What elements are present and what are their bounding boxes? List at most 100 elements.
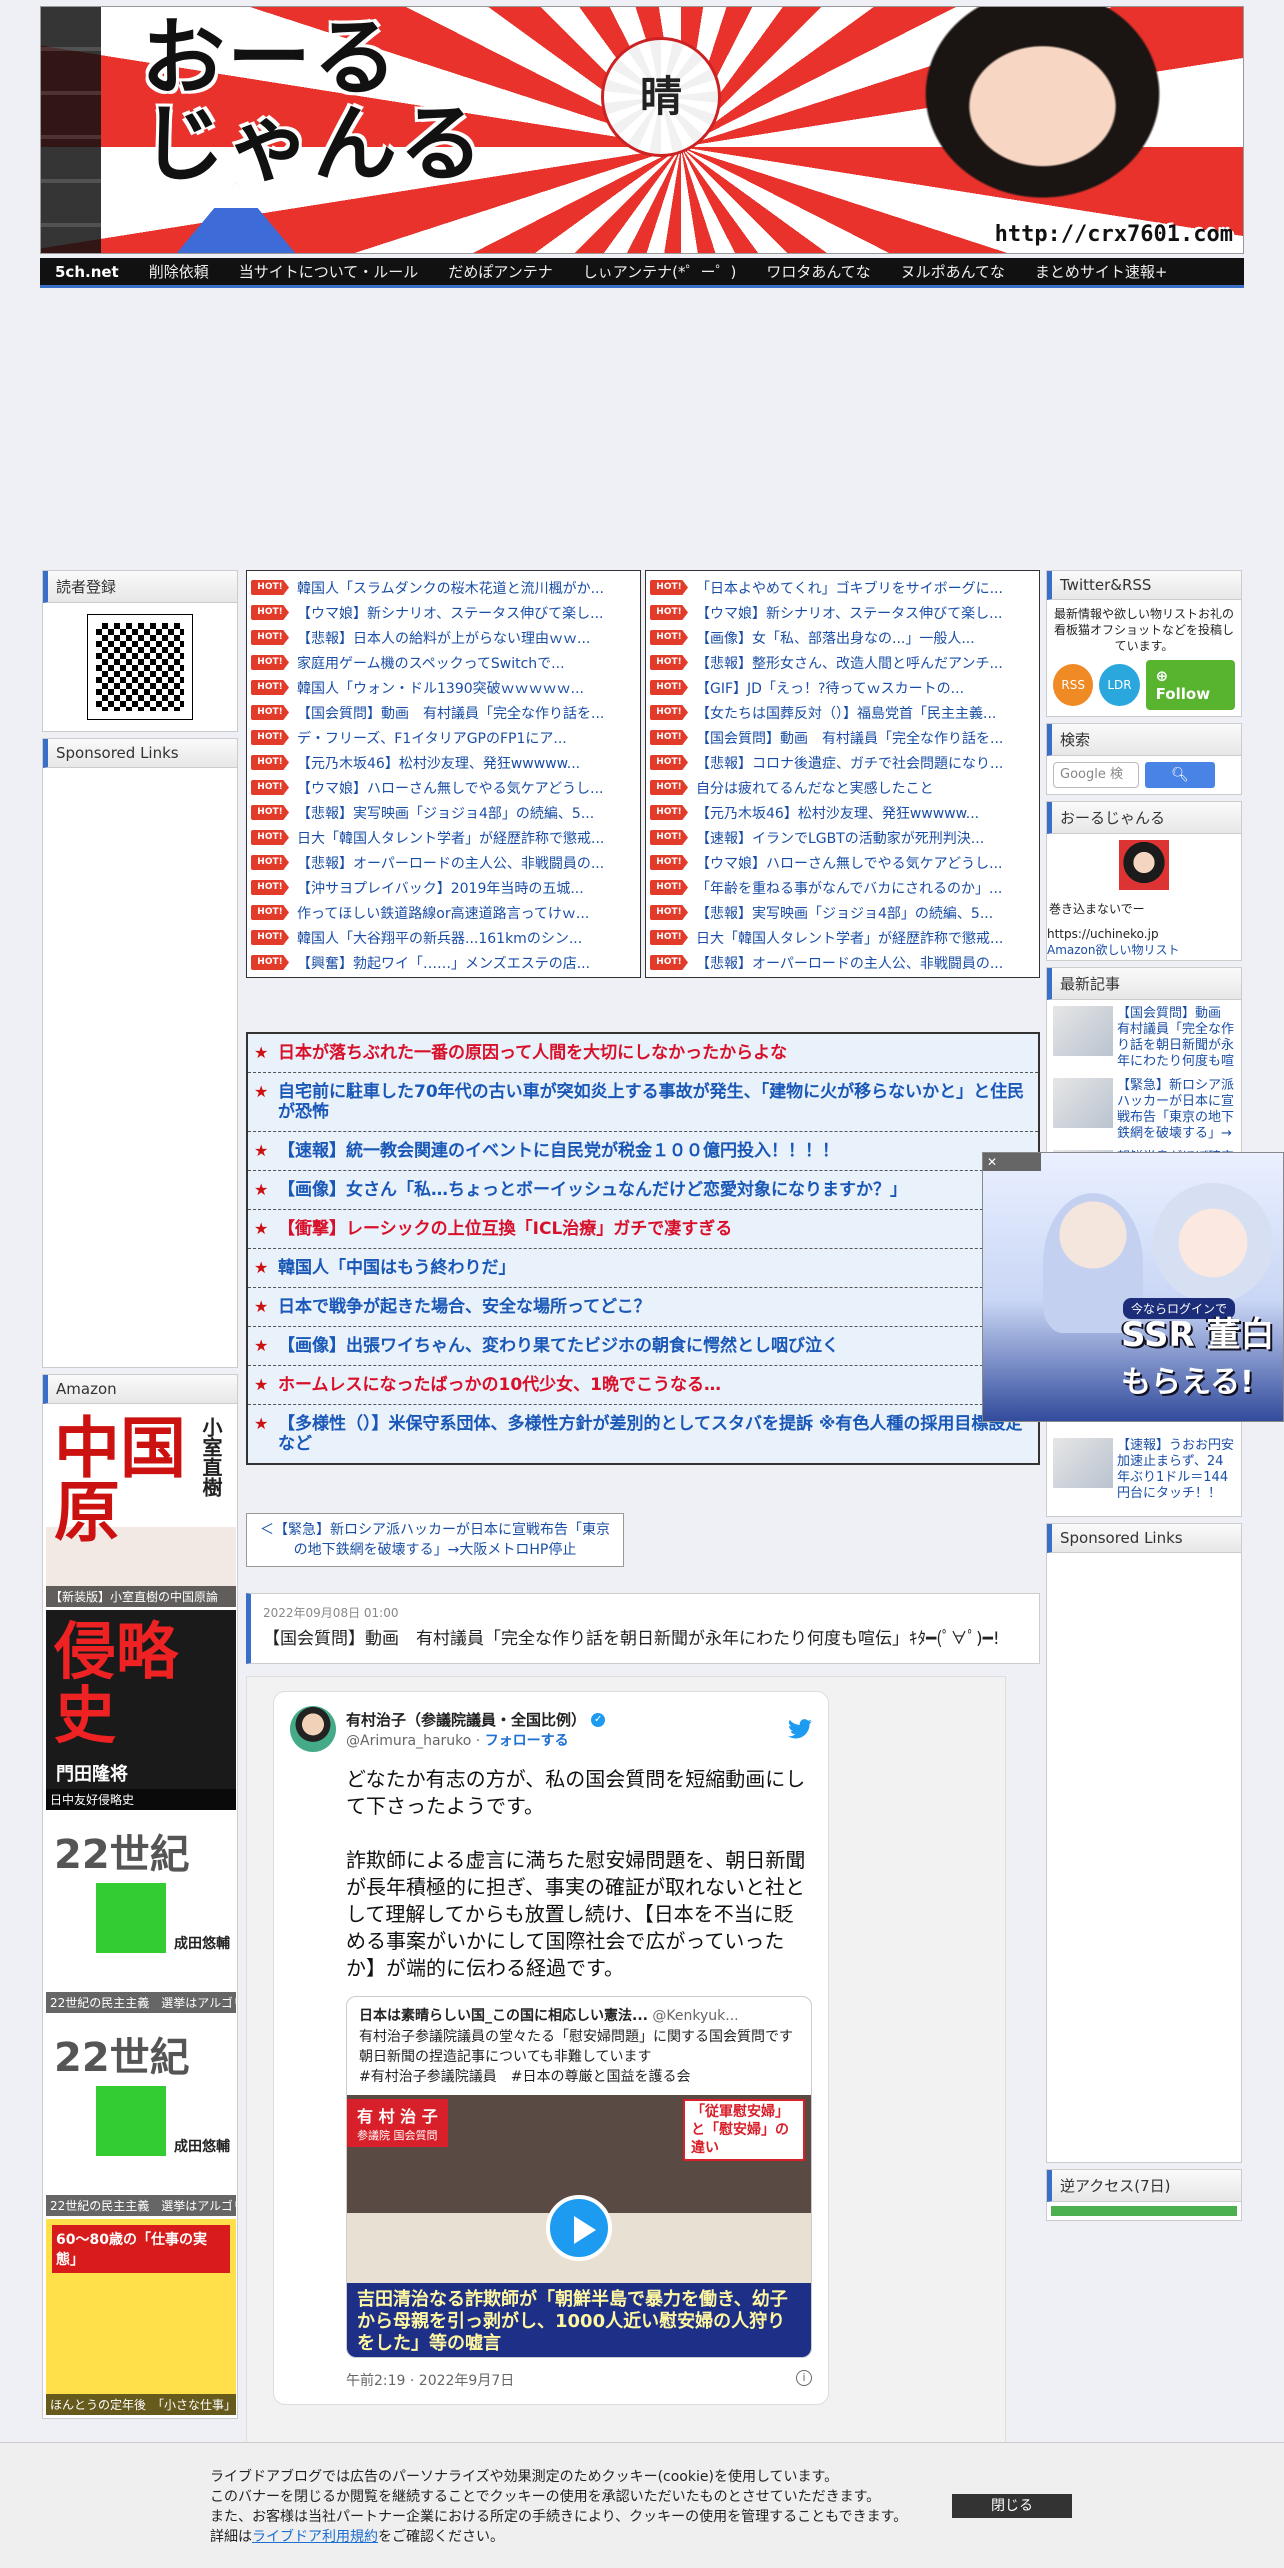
- book-chugoku-genron[interactable]: 中国原 小室直樹 【新装版】小室直樹の中国原論: [46, 1407, 236, 1607]
- nav-about-rules[interactable]: 当サイトについて・ルール: [224, 261, 434, 282]
- game-ad-popup[interactable]: ✕ 今ならログインで SSR 董白 もらえる!: [982, 1152, 1284, 1422]
- recent-post[interactable]: 【国会質問】動画 有村議員「完全な作り話を朝日新聞が永年にわたり何度も喧伝」ｷﾀ…: [1053, 1006, 1235, 1070]
- featured-link[interactable]: ★ 韓国人「中国はもう終わりだ」: [248, 1249, 1038, 1288]
- antenna-link[interactable]: HOT! 韓国人「大谷翔平の新兵器...161kmのシン...: [247, 925, 640, 950]
- featured-link[interactable]: ★ 【速報】統一教会関連のイベントに自民党が税金１００億円投入！！！！: [248, 1132, 1038, 1171]
- recent-post[interactable]: 【速報】うおお円安加速止まらず、24年ぶり1ドル＝144円台にタッチ！！: [1053, 1438, 1235, 1502]
- quoted-tweet-header: 日本は素晴らしい国_この国に相応しい憲法... @Kenkyuk...: [347, 1997, 811, 2027]
- qr-code[interactable]: [87, 614, 193, 720]
- follow-link[interactable]: フォローする: [485, 1733, 569, 1749]
- avatar[interactable]: [290, 1706, 336, 1752]
- star-icon: ★: [254, 1414, 269, 1433]
- embedded-tweet[interactable]: 有村治子（参議院議員・全国比例） ✓ @Arimura_haruko · フォロ…: [273, 1691, 829, 2405]
- antenna-link[interactable]: HOT! 【沖サヨプレイバック】2019年当時の五城...: [247, 875, 640, 900]
- antenna-link[interactable]: HOT! 【悲報】実写映画「ジョジョ4部」の続編、5...: [247, 800, 640, 825]
- video-sign-sub: 参議院 国会質問: [357, 2129, 438, 2142]
- nav-5ch[interactable]: 5ch.net: [40, 263, 134, 281]
- featured-link[interactable]: ★ ホームレスになったばっかの10代少女、1晩でこうなる…: [248, 1366, 1038, 1405]
- article-title[interactable]: 【国会質問】動画 有村議員「完全な作り話を朝日新聞が永年にわたり何度も喧伝」ｷﾀ…: [263, 1627, 1027, 1651]
- hot-badge: HOT!: [650, 630, 688, 645]
- featured-link[interactable]: ★ 【画像】出張ワイちゃん、変わり果てたビジホの朝食に愕然とし咽び泣く: [248, 1327, 1038, 1366]
- recent-post-thumbnail[interactable]: [1053, 1006, 1113, 1056]
- book-cover-green-block: [96, 2086, 166, 2156]
- antenna-link[interactable]: HOT! 作ってほしい鉄道路線or高速道路言ってけｗ...: [247, 900, 640, 925]
- recent-post-thumbnail[interactable]: [1053, 1078, 1113, 1128]
- nav-nurupo-antenna[interactable]: ヌルポあんてな: [886, 261, 1020, 282]
- nav-delete-request[interactable]: 削除依頼: [134, 261, 224, 282]
- antenna-link[interactable]: HOT! 【元乃木坂46】松村沙友理、発狂wwwww...: [247, 750, 640, 775]
- book-nicchu-yuko[interactable]: 侵略史 門田隆将 日中友好侵略史: [46, 1610, 236, 1810]
- antenna-link[interactable]: HOT! 自分は疲れてるんだなと実感したこと: [646, 775, 1039, 800]
- nav-damepo-antenna[interactable]: だめぽアンテナ: [433, 261, 567, 282]
- ad-ssr-text: SSR 董白: [1121, 1315, 1275, 1355]
- quoted-video[interactable]: 有 村 治 子 参議院 国会質問 「従軍慰安婦」と「慰安婦」の違い 吉田清治なる…: [347, 2095, 811, 2357]
- antenna-link[interactable]: HOT! 「日本よやめてくれ」ゴキブリをサイボーグに...: [646, 575, 1039, 600]
- antenna-link[interactable]: HOT! 【速報】イランでLGBTの活動家が死刑判決...: [646, 825, 1039, 850]
- livedoor-reader-icon[interactable]: LDR: [1099, 664, 1140, 706]
- antenna-link[interactable]: HOT! 【GIF】JD「えっ！?待ってｗスカートの...: [646, 675, 1039, 700]
- antenna-link[interactable]: HOT! 日大「韓国人タレント学者」が経歴詐称で懲戒...: [646, 925, 1039, 950]
- antenna-link[interactable]: HOT! 【国会質問】動画 有村議員「完全な作り話を...: [247, 700, 640, 725]
- amazon-wishlist-link[interactable]: Amazon欲しい物リスト: [1047, 941, 1241, 958]
- featured-link-text: 【速報】統一教会関連のイベントに自民党が税金１００億円投入！！！！: [278, 1141, 839, 1161]
- antenna-link-text: 「日本よやめてくれ」ゴキブリをサイボーグに...: [696, 580, 1003, 597]
- info-icon[interactable]: i: [796, 2370, 812, 2386]
- quoted-tweet[interactable]: 日本は素晴らしい国_この国に相応しい憲法... @Kenkyuk... 有村治子…: [346, 1996, 812, 2358]
- cookie-close-button[interactable]: 閉じる: [952, 2494, 1072, 2518]
- search-input[interactable]: Google 検: [1053, 762, 1139, 788]
- antenna-link[interactable]: HOT! 日大「韓国人タレント学者」が経歴詐称で懲戒...: [247, 825, 640, 850]
- twitter-bird-icon[interactable]: [788, 1719, 812, 1739]
- antenna-link[interactable]: HOT! 【悲報】整形女さん、改造人間と呼んだアンチ...: [646, 650, 1039, 675]
- tweet-handle[interactable]: @Arimura_haruko: [346, 1733, 471, 1749]
- play-icon[interactable]: [546, 2195, 612, 2261]
- recent-post-thumbnail[interactable]: [1053, 1438, 1113, 1488]
- antenna-link[interactable]: HOT! 【悲報】実写映画「ジョジョ4部」の続編、5...: [646, 900, 1039, 925]
- antenna-link[interactable]: HOT! 韓国人「スラムダンクの桜木花道と流川楓がか...: [247, 575, 640, 600]
- antenna-link[interactable]: HOT! 【ウマ娘】ハローさん無しでやる気ケアどうし...: [646, 850, 1039, 875]
- antenna-link[interactable]: HOT! デ・フリーズ、F1イタリアGPのFP1にア...: [247, 725, 640, 750]
- book-22seiki-1[interactable]: 22世紀 成田悠輔 22世紀の民主主義 選挙はアルゴリズムになり、政治家はネコ: [46, 1813, 236, 2013]
- featured-link[interactable]: ★ 【多様性（）】米保守系団体、多様性方針が差別的としてスタバを提訴 ※有色人種の…: [248, 1405, 1038, 1463]
- featured-link[interactable]: ★ 自宅前に駐車した70年代の古い車が突如炎上する事故が発生、「建物に火が移らない…: [248, 1073, 1038, 1132]
- antenna-link[interactable]: HOT! 【興奮】勃起ワイ「……」メンズエステの店...: [247, 950, 640, 975]
- antenna-link[interactable]: HOT! 【女たちは国葬反対（）】福島党首「民主主義...: [646, 700, 1039, 725]
- antenna-link[interactable]: HOT! 【悲報】オーパーロードの主人公、非戦闘員の...: [247, 850, 640, 875]
- antenna-link[interactable]: HOT! 【国会質問】動画 有村議員「完全な作り話を...: [646, 725, 1039, 750]
- profile-avatar[interactable]: [1119, 840, 1169, 890]
- antenna-link[interactable]: HOT! 【元乃木坂46】松村沙友理、発狂wwwww...: [646, 800, 1039, 825]
- antenna-link[interactable]: HOT! 【悲報】コロナ後遺症、ガチで社会問題になり...: [646, 750, 1039, 775]
- featured-link[interactable]: ★ 【衝撃】レーシックの上位互換「ICL治療」ガチで凄すぎる: [248, 1210, 1038, 1249]
- antenna-link[interactable]: HOT! 【画像】女「私、部落出身なの...」一般人...: [646, 625, 1039, 650]
- antenna-link-text: 【ウマ娘】ハローさん無しでやる気ケアどうし...: [696, 855, 1003, 872]
- antenna-link[interactable]: HOT! 【ウマ娘】ハローさん無しでやる気ケアどうし...: [247, 775, 640, 800]
- twitter-description: 最新情報や欲しい物リストお礼の看板猫オフショットなどを投稿しています。: [1053, 607, 1234, 653]
- book-22seiki-2[interactable]: 22世紀 成田悠輔 22世紀の民主主義 選挙はアルゴリズムになり、政治家はネコ: [46, 2016, 236, 2216]
- recent-post[interactable]: 【緊急】新ロシア派ハッカーが日本に宣戦布告「東京の地下鉄網を破壊する」→: [1053, 1078, 1235, 1142]
- featured-link[interactable]: ★ 日本で戦争が起きた場合、安全な場所ってどこ？: [248, 1288, 1038, 1327]
- close-ad-button[interactable]: ✕: [983, 1153, 1041, 1171]
- terms-link[interactable]: ライブドア利用規約: [252, 2529, 378, 2545]
- access-ranking-bar[interactable]: [1051, 2206, 1237, 2216]
- nav-warota-antenna[interactable]: ワロタあんてな: [751, 261, 885, 282]
- antenna-link[interactable]: HOT! 「年齢を重ねる事がなんでバカにされるのか」...: [646, 875, 1039, 900]
- site-banner[interactable]: おーる じゃんる 晴 http://crx7601.com: [40, 6, 1244, 254]
- antenna-link[interactable]: HOT! 韓国人「ウォン・ドル1390突破ｗｗｗｗｗ...: [247, 675, 640, 700]
- antenna-link[interactable]: HOT! 【悲報】日本人の給料が上がらない理由ｗｗ...: [247, 625, 640, 650]
- antenna-link[interactable]: HOT! 【ウマ娘】新シナリオ、ステータス伸びて楽し...: [646, 600, 1039, 625]
- nav-matome-sokuho[interactable]: まとめサイト速報+: [1020, 261, 1183, 282]
- search-button[interactable]: 🔍︎: [1145, 762, 1215, 788]
- book-hontou-no-teinengo[interactable]: 60〜80歳の「仕事の実態」 ほんとうの定年後 「小さな仕事」が日本社会を救う …: [46, 2219, 236, 2415]
- previous-article-link[interactable]: ＜【緊急】新ロシア派ハッカーが日本に宣戦布告「東京の地下鉄網を破壊する」→大阪メ…: [246, 1513, 624, 1567]
- tweet-author-name[interactable]: 有村治子（参議院議員・全国比例） ✓: [346, 1709, 606, 1730]
- nav-shii-antenna[interactable]: しぃアンテナ(*゜ー゜): [568, 261, 752, 282]
- antenna-link[interactable]: HOT! 【ウマ娘】新シナリオ、ステータス伸びて楽し...: [247, 600, 640, 625]
- antenna-link[interactable]: HOT! 家庭用ゲーム機のスペックってSwitchで...: [247, 650, 640, 675]
- hot-badge: HOT!: [251, 705, 289, 720]
- rss-icon[interactable]: RSS: [1053, 664, 1094, 706]
- featured-link[interactable]: ★ 日本が落ちぶれた一番の原因って人間を大切にしなかったからよな: [248, 1034, 1038, 1073]
- follow-button[interactable]: ⊕ Follow: [1145, 660, 1235, 710]
- tweet-timestamp[interactable]: 午前2:19 · 2022年9月7日 i: [346, 2370, 812, 2390]
- recent-posts-heading: 最新記事: [1047, 968, 1241, 1000]
- antenna-link[interactable]: HOT! 【悲報】オーパーロードの主人公、非戦闘員の...: [646, 950, 1039, 975]
- featured-link[interactable]: ★ 【画像】女さん「私…ちょっとボーイッシュなんだけど恋愛対象になりますか？」: [248, 1171, 1038, 1210]
